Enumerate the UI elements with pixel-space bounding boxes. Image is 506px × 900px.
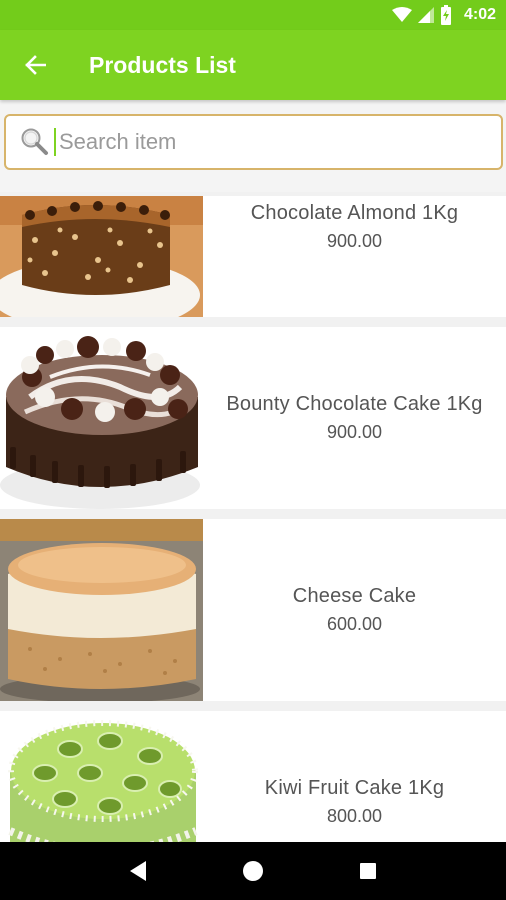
system-nav-bar [0, 842, 506, 900]
product-info: Cheese Cake 600.00 [203, 519, 506, 701]
kiwi-fruit-cake-image [0, 711, 203, 842]
nav-recents-button[interactable] [348, 851, 388, 891]
nav-home-button[interactable] [233, 851, 273, 891]
search-icon [21, 128, 48, 155]
nav-home-icon [242, 861, 263, 881]
list-item[interactable]: Bounty Chocolate Cake 1Kg 900.00 [0, 327, 506, 509]
product-info: Bounty Chocolate Cake 1Kg 900.00 [203, 327, 506, 509]
chocolate-almond-cake-image [0, 196, 203, 317]
product-info: Chocolate Almond 1Kg 900.00 [203, 196, 506, 317]
product-price: 900.00 [326, 231, 383, 251]
search-box[interactable] [4, 114, 503, 170]
nav-back-icon [129, 861, 146, 881]
search-container [0, 100, 506, 192]
list-item[interactable]: Kiwi Fruit Cake 1Kg 800.00 [0, 711, 506, 842]
cheese-cake-image [0, 519, 203, 701]
product-price: 800.00 [326, 806, 383, 826]
cell-signal-icon [417, 7, 434, 23]
bounty-chocolate-cake-image [0, 327, 203, 509]
status-time: 4:02 [463, 6, 496, 23]
status-bar: 4:02 [0, 0, 506, 30]
page-title: Products List [89, 51, 236, 78]
search-input[interactable] [54, 128, 474, 156]
nav-recents-icon [360, 863, 377, 879]
product-info: Kiwi Fruit Cake 1Kg 800.00 [203, 711, 506, 842]
list-item[interactable]: Chocolate Almond 1Kg 900.00 [0, 196, 506, 317]
list-item[interactable]: Cheese Cake 600.00 [0, 519, 506, 701]
product-name: Cheese Cake [292, 585, 417, 607]
battery-icon [440, 5, 451, 25]
product-name: Bounty Chocolate Cake 1Kg [226, 393, 483, 415]
back-button[interactable] [0, 30, 70, 100]
app-bar: Products List [0, 30, 506, 100]
product-name: Chocolate Almond 1Kg [250, 202, 459, 224]
product-price: 600.00 [326, 614, 383, 634]
product-price: 900.00 [326, 422, 383, 442]
product-name: Kiwi Fruit Cake 1Kg [264, 777, 445, 799]
product-list[interactable]: Chocolate Almond 1Kg 900.00 Bounty Choco… [0, 196, 506, 842]
arrow-back-icon [25, 55, 46, 75]
wifi-icon [391, 7, 412, 22]
nav-back-button[interactable] [118, 851, 158, 891]
